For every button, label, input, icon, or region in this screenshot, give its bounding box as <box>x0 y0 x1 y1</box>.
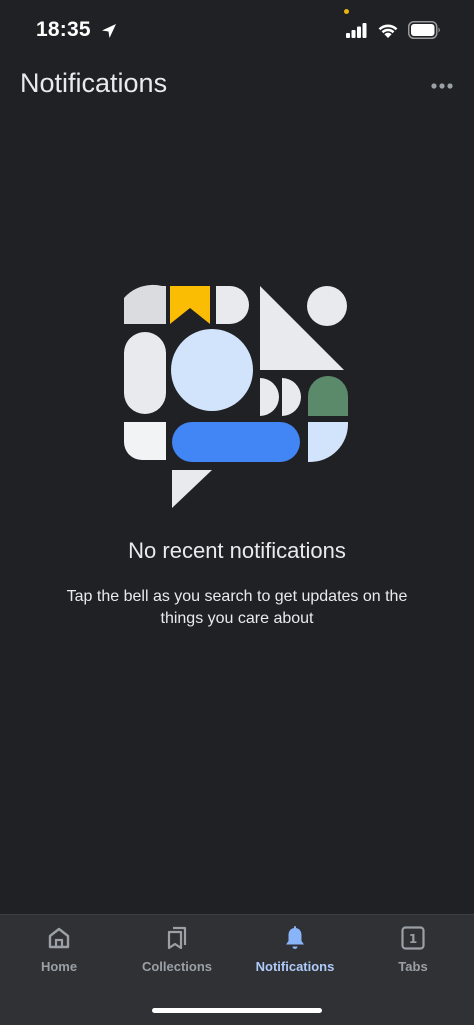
page-title: Notifications <box>20 68 168 98</box>
home-icon <box>48 927 70 949</box>
status-time: 18:35 <box>36 18 91 41</box>
tabs-count: 1 <box>409 932 417 946</box>
wifi-icon <box>378 24 398 38</box>
battery-icon <box>408 21 440 39</box>
more-horizontal-icon <box>431 83 453 89</box>
nav-item-notifications[interactable]: Notifications <box>236 925 354 981</box>
nav-item-collections[interactable]: Collections <box>118 925 236 981</box>
illustration-quarter-shape <box>308 422 348 462</box>
nav-item-label: Tabs <box>398 959 428 974</box>
more-options-button[interactable] <box>428 74 456 98</box>
illustration-bookmark-shape <box>170 286 210 324</box>
signal-icon <box>346 23 367 38</box>
nav-item-label: Home <box>40 959 78 974</box>
nav-item-label: Notifications <box>255 959 335 974</box>
nav-item-tabs[interactable]: 1 Tabs <box>354 925 472 981</box>
illustration-circle-large <box>171 329 253 411</box>
location-arrow-icon <box>102 24 116 38</box>
home-indicator[interactable] <box>152 1008 322 1013</box>
illustration-quarter-shape <box>124 284 166 324</box>
empty-state-description: Tap the bell as you search to get update… <box>66 588 408 627</box>
illustration-pill-horizontal <box>172 422 300 462</box>
illustration-quarter-shape <box>124 422 166 460</box>
illustration-pill-vertical <box>124 332 166 414</box>
illustration-speech-tail <box>172 470 212 508</box>
illustration-green-arch <box>308 376 348 416</box>
nav-item-label: Collections <box>141 959 213 974</box>
collections-icon <box>167 926 187 950</box>
status-bar: 18:35 <box>0 0 474 62</box>
nav-item-home[interactable]: Home <box>0 925 118 981</box>
bell-icon <box>286 926 304 949</box>
header: Notifications <box>0 62 474 110</box>
illustration-half-circle-small <box>282 378 301 416</box>
illustration-circle-small <box>307 286 347 326</box>
tabs-icon: 1 <box>401 926 425 950</box>
camera-indicator-dot <box>344 9 349 14</box>
illustration-half-circle-small <box>260 378 279 416</box>
empty-state-title: No recent notifications <box>128 538 346 563</box>
illustration-half-circle-shape <box>216 286 249 324</box>
empty-notifications-illustration <box>124 284 348 508</box>
